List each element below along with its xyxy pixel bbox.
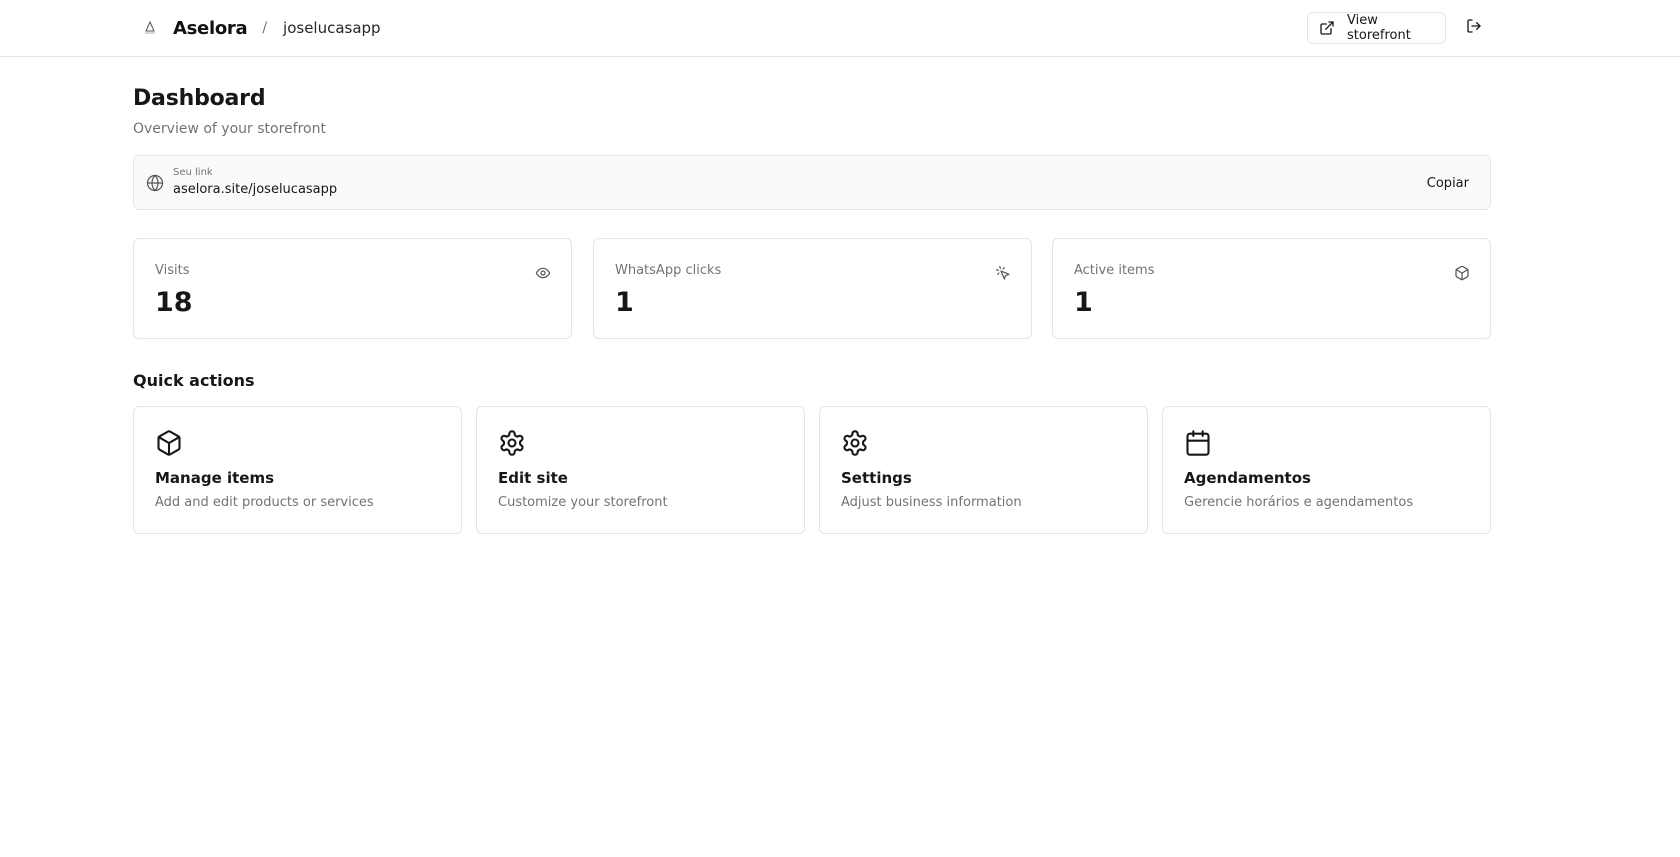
breadcrumb-separator: / [262, 20, 268, 36]
page-title: Dashboard [133, 86, 266, 111]
stat-card-active-items: Active items 1 [1052, 238, 1491, 339]
view-storefront-label: View storefront [1347, 13, 1411, 43]
stat-value: 18 [155, 287, 193, 318]
eye-icon [535, 265, 551, 281]
stat-label: WhatsApp clicks [615, 263, 722, 278]
quick-action-agendamentos[interactable]: Agendamentos Gerencie horários e agendam… [1162, 406, 1491, 534]
action-title: Agendamentos [1184, 469, 1311, 487]
brand-name: Aselora [173, 17, 248, 39]
view-storefront-button[interactable]: View storefront [1307, 12, 1446, 44]
quick-action-settings[interactable]: Settings Adjust business information [819, 406, 1148, 534]
action-description: Add and edit products or services [155, 495, 374, 510]
stat-label: Active items [1074, 263, 1155, 278]
link-url[interactable]: aselora.site/joselucasapp [173, 182, 337, 197]
action-description: Adjust business information [841, 495, 1022, 510]
link-label: Seu link [173, 167, 213, 178]
pointer-click-icon [995, 265, 1011, 281]
external-link-icon [1319, 20, 1335, 36]
gear-icon [498, 429, 526, 457]
breadcrumb-username: joselucasapp [283, 19, 381, 37]
package-icon [1454, 265, 1470, 281]
action-description: Customize your storefront [498, 495, 668, 510]
copy-link-button[interactable]: Copiar [1416, 168, 1480, 198]
action-title: Settings [841, 469, 912, 487]
action-description: Gerencie horários e agendamentos [1184, 495, 1414, 510]
stat-card-visits: Visits 18 [133, 238, 572, 339]
logout-icon [1466, 18, 1482, 38]
package-icon [155, 429, 183, 457]
quick-actions-title: Quick actions [133, 371, 255, 390]
globe-icon [146, 174, 164, 192]
stat-label: Visits [155, 263, 190, 278]
quick-action-manage-items[interactable]: Manage items Add and edit products or se… [133, 406, 462, 534]
action-title: Manage items [155, 469, 275, 487]
aselora-logo-icon [141, 19, 159, 37]
logout-button[interactable] [1462, 16, 1486, 40]
brand[interactable]: Aselora / joselucasapp [141, 0, 381, 56]
top-bar: Aselora / joselucasapp View storefront [0, 0, 1680, 57]
action-title: Edit site [498, 469, 568, 487]
quick-action-edit-site[interactable]: Edit site Customize your storefront [476, 406, 805, 534]
stat-card-whatsapp-clicks: WhatsApp clicks 1 [593, 238, 1032, 339]
stat-value: 1 [615, 287, 634, 318]
calendar-icon [1184, 429, 1212, 457]
storefront-link-bar: Seu link aselora.site/joselucasapp Copia… [133, 155, 1491, 210]
gear-icon [841, 429, 869, 457]
page-subtitle: Overview of your storefront [133, 121, 326, 137]
stat-value: 1 [1074, 287, 1093, 318]
